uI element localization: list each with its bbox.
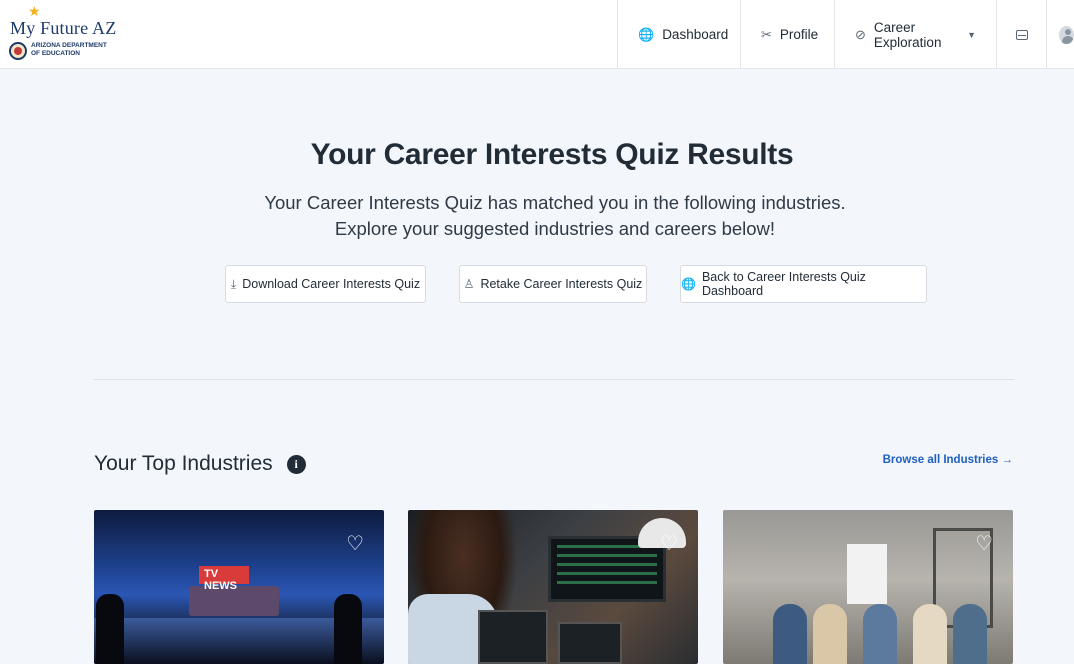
nav-dashboard-label: Dashboard <box>662 27 729 42</box>
inbox-icon <box>1015 29 1028 40</box>
browse-all-industries-link[interactable]: Browse all Industries → <box>883 454 1013 466</box>
compass-icon: ⊘ <box>855 26 866 42</box>
department-name: ARIZONA DEPARTMENT OF EDUCATION <box>31 42 107 57</box>
nav-career-exploration[interactable]: ⊘ Career Exploration ▼ <box>834 0 996 69</box>
tools-icon: ✂ <box>761 26 772 42</box>
tv-news-screen: TV NEWS <box>199 566 249 592</box>
nav-dashboard[interactable]: 🌐 Dashboard <box>617 0 740 69</box>
user-avatar-icon <box>1059 25 1074 44</box>
state-seal-icon <box>9 42 27 60</box>
retake-quiz-label: Retake Career Interests Quiz <box>480 277 643 291</box>
download-quiz-label: Download Career Interests Quiz <box>242 277 421 291</box>
top-industries-heading: Your Top Industries i <box>94 452 306 476</box>
back-to-dashboard-button[interactable]: 🌐 Back to Career Interests Quiz Dashboar… <box>680 265 927 303</box>
download-quiz-button[interactable]: ⤓ Download Career Interests Quiz <box>225 265 426 303</box>
nav-inbox[interactable] <box>996 0 1046 69</box>
top-header: ★ My Future AZ ARIZONA DEPARTMENT OF EDU… <box>0 0 1074 69</box>
page-title: Your Career Interests Quiz Results <box>310 138 794 171</box>
globe-icon: 🌐 <box>638 26 655 42</box>
favorite-heart-icon[interactable]: ♡ <box>346 534 364 554</box>
nav-user-menu[interactable] <box>1046 0 1074 69</box>
globe-icon: 🌐 <box>681 277 696 291</box>
section-divider <box>94 379 1014 380</box>
brand-name: My Future AZ <box>10 18 117 38</box>
industry-card[interactable]: TV NEWS ♡ <box>94 510 384 664</box>
page-subtitle: Your Career Interests Quiz has matched y… <box>264 192 846 239</box>
info-icon[interactable]: i <box>286 454 306 474</box>
main-nav: 🌐 Dashboard ✂ Profile ⊘ Career Explorati… <box>617 0 1074 69</box>
my-future-az-logo[interactable]: ★ My Future AZ ARIZONA DEPARTMENT OF EDU… <box>8 4 118 64</box>
back-to-dashboard-label: Back to Career Interests Quiz Dashboard <box>701 270 866 298</box>
nav-profile-label: Profile <box>779 27 819 42</box>
nav-profile[interactable]: ✂ Profile <box>740 0 834 69</box>
favorite-heart-icon[interactable]: ♡ <box>660 534 678 554</box>
download-icon: ⤓ <box>230 276 237 291</box>
top-industries-title: Your Top Industries <box>94 452 273 475</box>
nav-career-exploration-label: Career Exploration <box>873 19 942 50</box>
industry-card[interactable]: ♡ <box>408 510 698 664</box>
chevron-down-icon: ▼ <box>967 29 976 40</box>
star-icon: ★ <box>28 3 41 19</box>
retake-quiz-button[interactable]: ♙ Retake Career Interests Quiz <box>459 265 647 303</box>
favorite-heart-icon[interactable]: ♡ <box>975 534 993 554</box>
tv-news-text: TV NEWS <box>204 568 237 592</box>
user-retake-icon: ♙ <box>463 277 475 291</box>
industry-card[interactable]: ♡ <box>723 510 1013 664</box>
